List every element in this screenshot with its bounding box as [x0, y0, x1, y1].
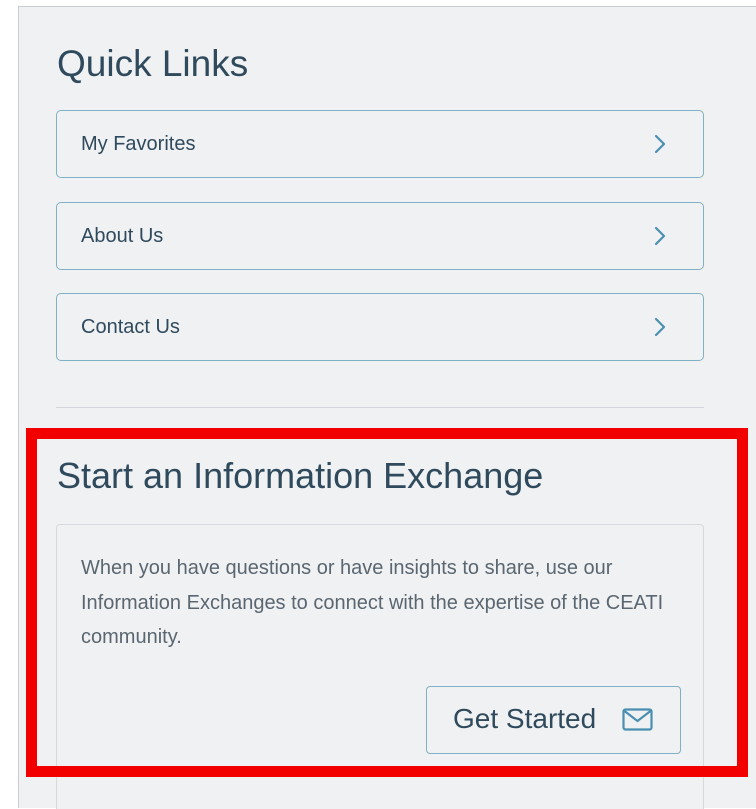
section-divider	[56, 407, 704, 408]
info-exchange-description: When you have questions or have insights…	[81, 557, 664, 648]
chevron-right-icon	[654, 134, 666, 154]
quick-links-title: Quick Links	[57, 43, 249, 84]
quick-link-label: About Us	[81, 225, 164, 247]
chevron-right-icon	[654, 226, 666, 246]
quick-link-about-us[interactable]: About Us	[56, 202, 704, 270]
mail-icon	[622, 708, 653, 731]
quick-link-contact-us[interactable]: Contact Us	[56, 293, 704, 361]
get-started-button[interactable]: Get Started	[426, 686, 681, 754]
quick-link-label: Contact Us	[81, 316, 180, 338]
sidebar-panel: Quick Links My Favorites About Us Contac…	[18, 6, 756, 809]
get-started-label: Get Started	[453, 703, 597, 734]
info-exchange-card: When you have questions or have insights…	[56, 524, 704, 809]
quick-link-my-favorites[interactable]: My Favorites	[56, 110, 704, 178]
info-exchange-title: Start an Information Exchange	[57, 455, 544, 496]
chevron-right-icon	[654, 317, 666, 337]
quick-link-label: My Favorites	[81, 133, 196, 155]
